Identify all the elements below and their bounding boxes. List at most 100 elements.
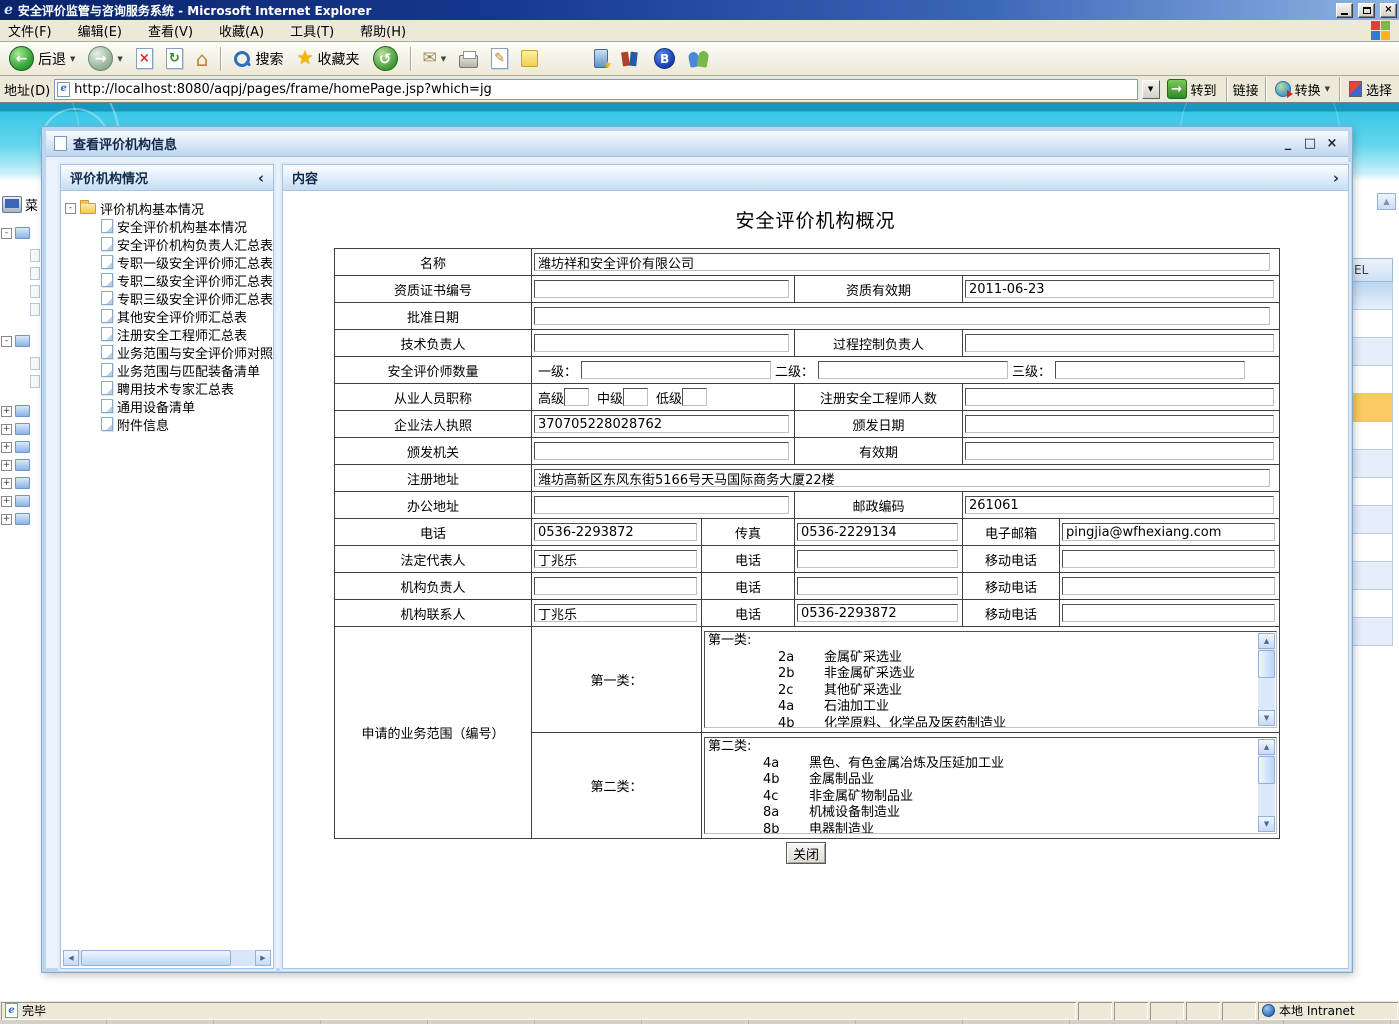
tree-item[interactable]: 专职三级安全评价师汇总表 <box>65 289 273 307</box>
tree-collapse-icon[interactable]: - <box>1 228 12 239</box>
list-item[interactable]: 4a黑色、有色金属冶炼及压延加工业 <box>708 756 1256 773</box>
tree-item[interactable]: 注册安全工程师汇总表 <box>65 325 273 343</box>
evaluator-l1-input[interactable] <box>581 361 771 379</box>
category1-listbox[interactable]: 第一类: 2a金属矿采选业 2b非金属矿采选业 2c其他矿采选业 4a石油加工业… <box>704 631 1277 728</box>
vertical-scrollbar[interactable]: ▲ ▼ <box>1258 739 1275 832</box>
back-button[interactable]: ← 后退 ▼ <box>6 44 78 73</box>
reg-engineers-input[interactable] <box>965 388 1274 406</box>
links-button[interactable]: 链接 <box>1233 80 1259 99</box>
tree-item[interactable]: 专职一级安全评价师汇总表 <box>65 253 273 271</box>
close-form-button[interactable]: 关闭 <box>786 842 826 864</box>
list-item[interactable]: 8a机械设备制造业 <box>708 805 1256 822</box>
tree-expand-icon[interactable]: + <box>1 496 12 507</box>
scroll-down-icon[interactable]: ▼ <box>1258 816 1275 832</box>
tree-item[interactable]: 通用设备清单 <box>65 397 273 415</box>
evaluator-l3-input[interactable] <box>1055 361 1245 379</box>
dialog-minimize-button[interactable]: _ <box>1280 136 1296 152</box>
tree-root-item[interactable]: - 评价机构基本情况 <box>65 199 273 217</box>
title-low-input[interactable] <box>682 388 707 406</box>
license-input[interactable] <box>534 415 789 433</box>
fax-input[interactable] <box>797 523 958 541</box>
go-button[interactable]: → 转到 <box>1164 77 1220 101</box>
refresh-button[interactable]: ↻ <box>163 46 186 71</box>
tree-expand-icon[interactable]: + <box>1 514 12 525</box>
scroll-right-icon[interactable]: ▶ <box>255 950 271 966</box>
scroll-up-icon[interactable]: ▲ <box>1258 633 1275 649</box>
tree-minus-icon[interactable]: - <box>65 203 76 214</box>
forward-button[interactable]: → ▼ <box>85 44 125 73</box>
vertical-scrollbar[interactable]: ▲ ▼ <box>1258 633 1275 726</box>
convert-button[interactable]: 转换 ▼ <box>1272 78 1333 101</box>
print-button[interactable] <box>456 48 481 70</box>
org-contact-phone-input[interactable] <box>797 604 958 622</box>
restore-button[interactable] <box>1358 3 1375 18</box>
email-input[interactable] <box>1062 523 1275 541</box>
scroll-up-button[interactable]: ▲ <box>1377 193 1396 210</box>
office-addr-input[interactable] <box>534 496 789 514</box>
reg-addr-input[interactable] <box>534 469 1270 487</box>
list-item[interactable]: 2b非金属矿采选业 <box>708 666 1256 683</box>
horizontal-scrollbar[interactable]: ◀ ▶ <box>63 950 271 966</box>
close-button[interactable]: × <box>1380 3 1397 18</box>
validity-input[interactable] <box>965 442 1274 460</box>
list-item[interactable]: 4b化学原料、化学品及医药制造业 <box>708 716 1256 729</box>
tree-collapse-icon[interactable]: - <box>1 336 12 347</box>
tree-item[interactable]: 专职二级安全评价师汇总表 <box>65 271 273 289</box>
list-item[interactable]: 2c其他矿采选业 <box>708 683 1256 700</box>
minimize-button[interactable] <box>1336 3 1353 18</box>
edit-button[interactable]: ✎ <box>488 46 511 71</box>
search-button[interactable]: 搜索 <box>230 47 286 71</box>
issue-date-input[interactable] <box>965 415 1274 433</box>
category2-listbox[interactable]: 第二类: 4a黑色、有色金属冶炼及压延加工业 4b金属制品业 4c非金属矿物制品… <box>704 737 1277 834</box>
cert-no-input[interactable] <box>534 280 789 298</box>
bluetooth-button[interactable]: B <box>651 46 678 71</box>
menu-tools[interactable]: 工具(T) <box>290 21 334 40</box>
mail-dropdown-icon[interactable]: ▼ <box>441 55 446 63</box>
mail-button[interactable]: ✉ ▼ <box>420 48 450 69</box>
approve-date-input[interactable] <box>534 307 1270 325</box>
scrollbar-thumb[interactable] <box>1258 650 1275 678</box>
select-button[interactable]: 选择 <box>1346 78 1395 101</box>
org-lead-mobile-input[interactable] <box>1062 577 1275 595</box>
process-lead-input[interactable] <box>965 334 1274 352</box>
tree-expand-icon[interactable]: + <box>1 460 12 471</box>
scroll-down-icon[interactable]: ▼ <box>1258 710 1275 726</box>
legal-rep-mobile-input[interactable] <box>1062 550 1275 568</box>
dialog-maximize-button[interactable]: □ <box>1302 136 1318 152</box>
tree-root-label[interactable]: 评价机构基本情况 <box>100 199 204 218</box>
scroll-left-icon[interactable]: ◀ <box>63 950 79 966</box>
tree-item[interactable]: 安全评价机构负责人汇总表 <box>65 235 273 253</box>
tree-item[interactable]: 业务范围与安全评价师对照表 <box>65 343 273 361</box>
convert-dropdown-icon[interactable]: ▼ <box>1325 85 1330 93</box>
tree-expand-icon[interactable]: + <box>1 424 12 435</box>
cert-valid-input[interactable] <box>965 280 1274 298</box>
menu-help[interactable]: 帮助(H) <box>360 21 406 40</box>
title-mid-input[interactable] <box>623 388 648 406</box>
org-contact-mobile-input[interactable] <box>1062 604 1275 622</box>
list-item[interactable]: 2a金属矿采选业 <box>708 650 1256 667</box>
menu-file[interactable]: 文件(F) <box>8 21 52 40</box>
address-input[interactable]: e http://localhost:8080/aqpj/pages/frame… <box>54 79 1137 100</box>
scrollbar-thumb[interactable] <box>1258 756 1275 784</box>
back-dropdown-icon[interactable]: ▼ <box>70 55 75 63</box>
list-item[interactable]: 4c非金属矿物制品业 <box>708 789 1256 806</box>
zip-input[interactable] <box>965 496 1274 514</box>
issue-org-input[interactable] <box>534 442 789 460</box>
tree-item[interactable]: 附件信息 <box>65 415 273 433</box>
name-input[interactable] <box>534 253 1270 271</box>
list-item[interactable]: 4a石油加工业 <box>708 699 1256 716</box>
scrollbar-thumb[interactable] <box>81 950 231 966</box>
collapse-panel-icon[interactable]: ‹ <box>258 169 264 187</box>
research-button[interactable] <box>618 47 644 70</box>
history-button[interactable]: ↺ <box>370 44 401 73</box>
title-high-input[interactable] <box>564 388 589 406</box>
tree-item[interactable]: 其他安全评价师汇总表 <box>65 307 273 325</box>
menu-favorites[interactable]: 收藏(A) <box>219 21 264 40</box>
evaluator-l2-input[interactable] <box>818 361 1008 379</box>
discuss-button[interactable] <box>518 48 541 69</box>
expand-panel-icon[interactable]: › <box>1333 169 1339 187</box>
tree-item[interactable]: 安全评价机构基本情况 <box>65 217 273 235</box>
menu-view[interactable]: 查看(V) <box>148 21 193 40</box>
menu-edit[interactable]: 编辑(E) <box>78 21 122 40</box>
address-dropdown-button[interactable]: ▼ <box>1142 80 1160 99</box>
